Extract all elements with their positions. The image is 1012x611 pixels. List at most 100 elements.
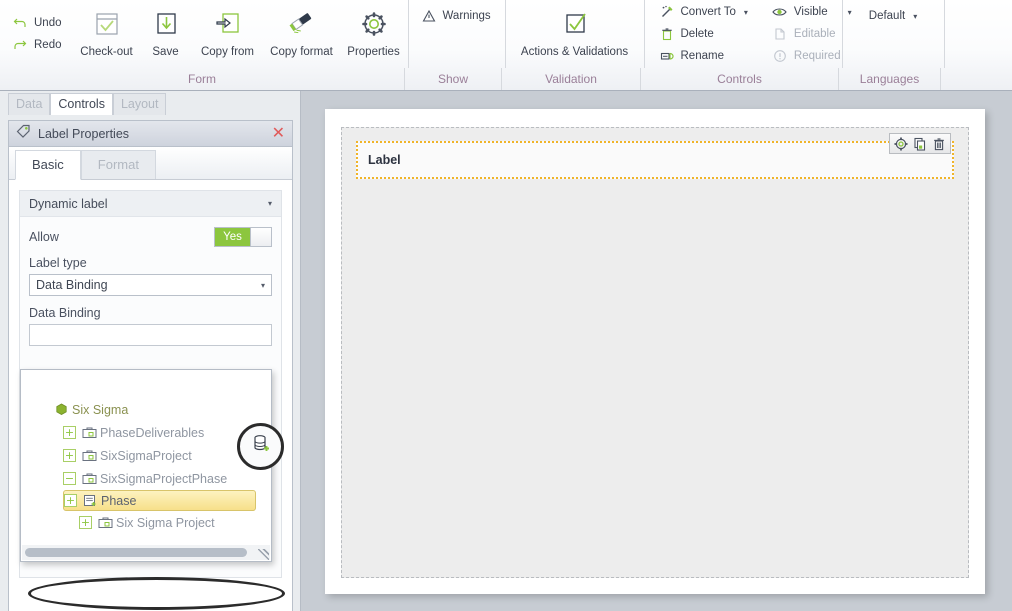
check-out-label: Check-out	[80, 46, 133, 58]
form-drop-area[interactable]: Label	[341, 127, 969, 578]
entity-icon	[81, 448, 98, 463]
checkbox-check-icon	[559, 5, 591, 45]
warning-triangle-icon	[421, 8, 437, 24]
check-out-icon	[91, 5, 123, 45]
chevron-down-icon: ▾	[743, 7, 748, 17]
required-label: Required	[793, 50, 841, 62]
tree-horizontal-scrollbar[interactable]	[22, 545, 270, 560]
tree-node-phase[interactable]: + Phase	[63, 490, 256, 511]
data-binding-block: Data Binding	[29, 306, 272, 346]
default-language-button[interactable]: Default ▾	[865, 6, 921, 26]
expander-icon[interactable]: +	[63, 449, 76, 462]
undo-button[interactable]: Undo	[8, 13, 66, 33]
ribbon-group-empty	[943, 0, 1012, 68]
tree-node-label: Six Sigma Project	[116, 515, 215, 530]
left-panel: Data Controls Layout Label Properties ✕ …	[0, 91, 301, 611]
label-control-actions	[889, 133, 951, 154]
scrollbar-thumb[interactable]	[25, 548, 247, 557]
tree-node-label: Six Sigma	[72, 402, 129, 417]
tree-node-sixsigmaprojectphase[interactable]: − SixSigmaProjectPhase	[63, 467, 271, 490]
copy-from-label: Copy from	[200, 46, 255, 58]
eye-icon	[772, 4, 788, 20]
section-header[interactable]: Dynamic label ▾	[20, 191, 281, 217]
ribbon-caption-controls: Controls	[640, 68, 838, 90]
allow-label: Allow	[29, 230, 59, 244]
controls-stack-left: Convert To ▾ Delete Rename	[645, 0, 760, 68]
tree-node-six-sigma-project[interactable]: + Six Sigma Project	[79, 511, 271, 534]
collapser-icon[interactable]: −	[63, 472, 76, 485]
label-type-select[interactable]: Data Binding ▾	[29, 274, 272, 296]
ribbon-group-show: Warnings	[407, 0, 505, 68]
rename-icon	[659, 48, 675, 64]
undo-label: Undo	[34, 17, 62, 29]
delete-button[interactable]: Delete	[655, 24, 752, 44]
rename-button[interactable]: Rename	[655, 46, 752, 66]
tab-controls[interactable]: Controls	[50, 93, 113, 115]
actions-validations-label: Actions & Validations	[520, 46, 629, 58]
delete-label: Delete	[680, 28, 714, 40]
undo-icon	[12, 15, 28, 31]
copy-from-button[interactable]: Copy from	[192, 0, 264, 68]
redo-button[interactable]: Redo	[8, 35, 66, 55]
undo-redo-stack: Undo Redo	[0, 0, 74, 68]
tab-data[interactable]: Data	[8, 93, 51, 115]
expander-icon[interactable]: +	[79, 516, 92, 529]
subtab-basic[interactable]: Basic	[15, 150, 81, 180]
rename-label: Rename	[680, 50, 724, 62]
tree-node-label: Phase	[101, 493, 137, 508]
properties-subtabs: Basic Format	[9, 147, 292, 180]
form-canvas-area: Label	[301, 91, 1012, 611]
close-icon[interactable]: ✕	[272, 125, 285, 142]
tree-node-label: PhaseDeliverables	[100, 425, 205, 440]
label-type-label: Label type	[29, 256, 87, 270]
gear-icon[interactable]	[893, 136, 909, 152]
tab-layout[interactable]: Layout	[112, 93, 167, 115]
copy-icon[interactable]	[912, 136, 928, 152]
ribbon-caption-validation: Validation	[501, 68, 640, 90]
tree-node-six-sigma[interactable]: Six Sigma	[47, 398, 271, 421]
save-button[interactable]: Save	[140, 0, 192, 68]
trash-icon[interactable]	[931, 136, 947, 152]
convert-to-label: Convert To	[680, 6, 736, 18]
label-control-text: Label	[368, 153, 401, 167]
entity-icon	[81, 425, 98, 440]
properties-button[interactable]: Properties	[340, 0, 408, 68]
copy-format-label: Copy format	[270, 46, 333, 58]
actions-validations-button[interactable]: Actions & Validations	[506, 0, 644, 68]
editable-page-icon	[772, 26, 788, 42]
allow-row: Allow Yes	[29, 227, 272, 247]
trash-icon	[659, 26, 675, 42]
section-title: Dynamic label	[29, 196, 108, 211]
database-add-icon[interactable]	[250, 433, 272, 460]
tree-node-label: SixSigmaProjectPhase	[100, 471, 228, 486]
copy-format-button[interactable]: Copy format	[264, 0, 340, 68]
tag-icon	[16, 124, 31, 144]
tree-node-label: SixSigmaProject	[100, 448, 192, 463]
chevron-down-icon: ▾	[267, 199, 272, 208]
allow-toggle-knob	[250, 228, 271, 246]
copy-format-icon	[286, 5, 318, 45]
application-window: Undo Redo Check-out Save Copy from Copy …	[0, 0, 1012, 611]
redo-label: Redo	[34, 39, 62, 51]
ribbon-group-form: Undo Redo Check-out Save Copy from Copy …	[0, 0, 408, 68]
subtab-format[interactable]: Format	[80, 150, 156, 179]
allow-toggle[interactable]: Yes	[214, 227, 272, 247]
copy-from-icon	[212, 5, 244, 45]
ribbon-caption-form: Form	[188, 72, 216, 86]
label-control[interactable]: Label	[356, 133, 954, 179]
expander-icon[interactable]: +	[64, 494, 77, 507]
attribute-icon	[82, 493, 99, 508]
properties-gear-icon	[358, 5, 390, 45]
ribbon-caption-spacer	[940, 68, 1012, 90]
form-sheet: Label	[325, 109, 985, 594]
panel-tabstrip: Data Controls Layout	[0, 91, 300, 115]
expander-icon[interactable]: +	[63, 426, 76, 439]
properties-label: Properties	[347, 46, 400, 58]
hexagon-green-icon	[53, 402, 70, 417]
entity-icon	[81, 471, 98, 486]
check-out-button[interactable]: Check-out	[74, 0, 140, 68]
convert-to-button[interactable]: Convert To ▾	[655, 2, 752, 22]
data-binding-input[interactable]	[29, 324, 272, 346]
warnings-button[interactable]: Warnings	[417, 6, 495, 26]
resize-grip[interactable]	[258, 549, 269, 560]
